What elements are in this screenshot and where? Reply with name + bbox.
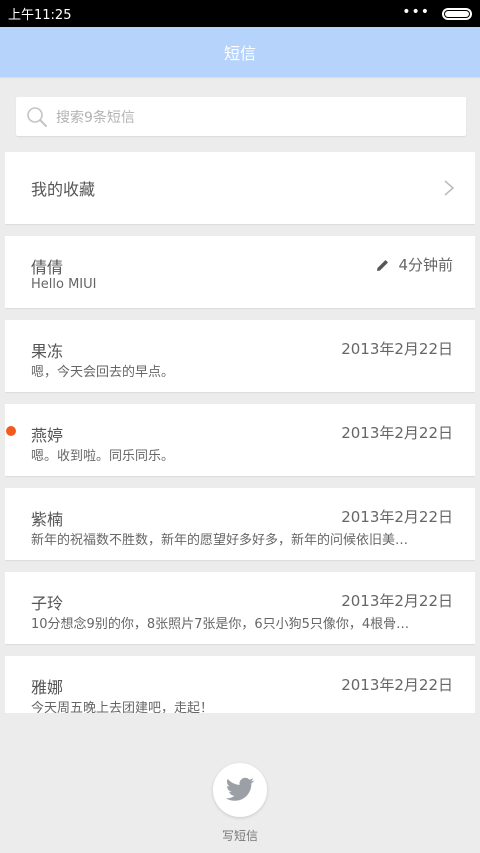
message-time: 4分钟前 — [376, 254, 453, 275]
contact-name: 燕婷 — [31, 426, 64, 445]
message-time: 2013年2月22日 — [341, 424, 453, 442]
message-time-text: 4分钟前 — [398, 256, 453, 274]
favorites-item[interactable]: 我的收藏 — [5, 152, 475, 224]
contact-name: 雅娜 — [31, 678, 64, 697]
pencil-icon — [377, 259, 389, 271]
message-preview: 10分想念9别的你，8张照片7张是你，6只小狗5只像你，4根骨… — [31, 617, 410, 632]
message-preview: Hello MIUI — [31, 277, 97, 292]
page-title: 短信 — [223, 44, 256, 63]
message-preview: 嗯，今天会回去的早点。 — [31, 365, 175, 380]
contact-name: 紫楠 — [31, 510, 64, 529]
status-right: ••• — [402, 3, 472, 20]
status-time: 上午11:25 — [8, 8, 72, 23]
conversation-item[interactable]: 紫楠 2013年2月22日 新年的祝福数不胜数，新年的愿望好多好多，新年的问候依… — [5, 488, 475, 560]
chevron-right-icon — [444, 180, 455, 196]
conversation-item[interactable]: 倩倩 4分钟前 Hello MIUI — [5, 236, 475, 308]
contact-name: 子玲 — [31, 594, 64, 613]
message-preview: 嗯。收到啦。同乐同乐。 — [31, 449, 175, 464]
conversation-list[interactable]: 我的收藏 倩倩 4分钟前 Hello MIUI 果冻 2013年2月22日 嗯，… — [5, 152, 475, 713]
unread-indicator — [6, 426, 16, 436]
more-dots-icon: ••• — [402, 3, 430, 20]
contact-name: 果冻 — [31, 342, 64, 361]
search-icon — [27, 106, 47, 127]
message-preview: 新年的祝福数不胜数，新年的愿望好多好多，新年的问候依旧美… — [31, 533, 409, 548]
battery-icon — [442, 7, 472, 20]
message-time: 2013年2月22日 — [341, 676, 453, 694]
message-preview: 今天周五晚上去团建吧，走起！ — [31, 701, 214, 713]
contact-name: 倩倩 — [31, 258, 64, 277]
search-placeholder: 搜索9条短信 — [56, 109, 135, 126]
conversation-item[interactable]: 雅娜 2013年2月22日 今天周五晚上去团建吧，走起！ — [5, 656, 475, 713]
conversation-item[interactable]: 子玲 2013年2月22日 10分想念9别的你，8张照片7张是你，6只小狗5只像… — [5, 572, 475, 644]
compose-label: 写短信 — [221, 829, 258, 843]
message-time: 2013年2月22日 — [341, 340, 453, 358]
search-bar[interactable]: 搜索9条短信 — [16, 97, 466, 136]
message-time: 2013年2月22日 — [341, 508, 453, 526]
status-bar: 上午11:25 ••• — [0, 0, 480, 27]
conversation-item[interactable]: 果冻 2013年2月22日 嗯，今天会回去的早点。 — [5, 320, 475, 392]
compose-button[interactable] — [213, 763, 267, 817]
favorites-label: 我的收藏 — [31, 180, 96, 199]
conversation-item[interactable]: 燕婷 2013年2月22日 嗯。收到啦。同乐同乐。 — [5, 404, 475, 476]
app-header: 短信 — [0, 27, 480, 77]
message-time: 2013年2月22日 — [341, 592, 453, 610]
bird-icon — [225, 777, 255, 801]
